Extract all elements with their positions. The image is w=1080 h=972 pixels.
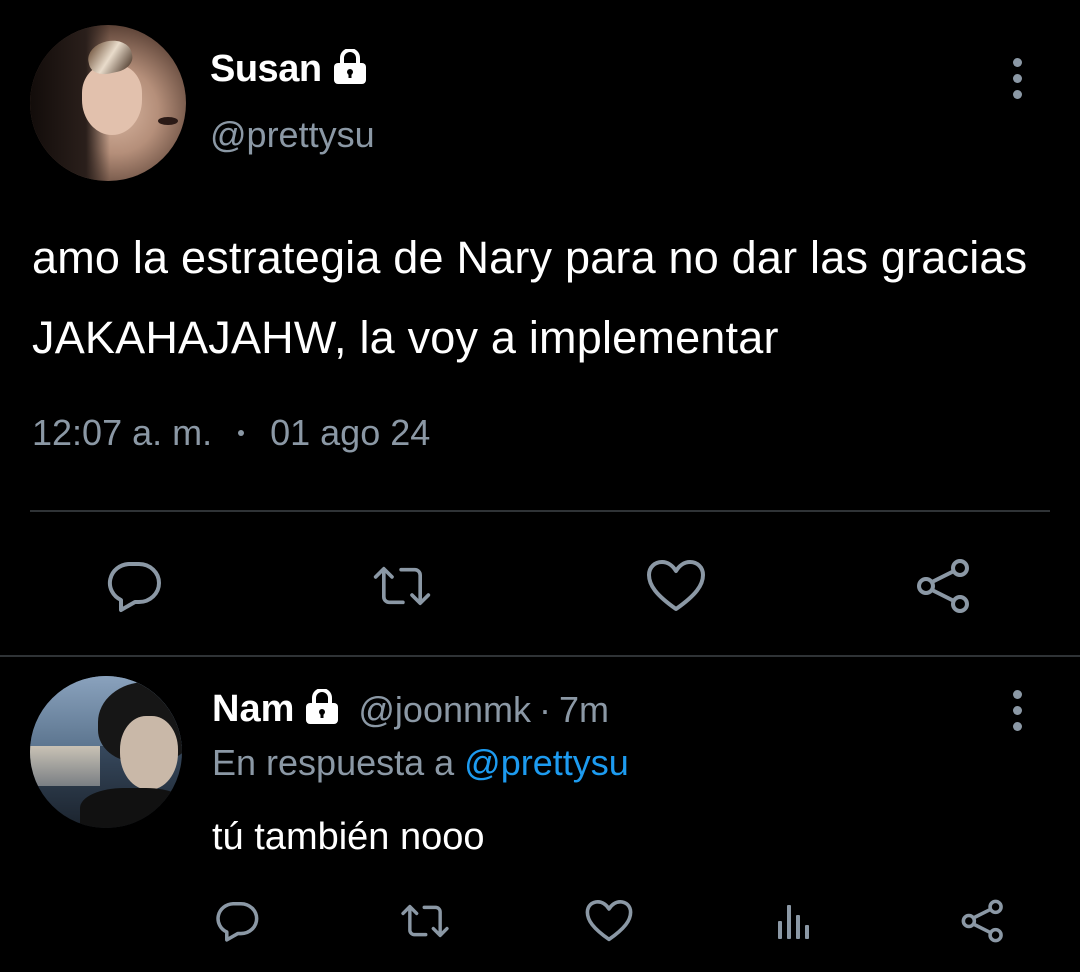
reply-button[interactable] bbox=[104, 556, 164, 616]
like-icon bbox=[585, 900, 633, 942]
divider bbox=[30, 510, 1050, 512]
share-button[interactable] bbox=[958, 896, 1008, 946]
reply-separator: · bbox=[539, 688, 551, 730]
avatar-face bbox=[120, 716, 178, 790]
replying-to-mention[interactable]: @prettysu bbox=[464, 742, 629, 783]
analytics-icon bbox=[778, 905, 809, 939]
reply-button[interactable] bbox=[212, 896, 262, 946]
replying-to-prefix: En respuesta a bbox=[212, 742, 455, 783]
main-tweet: Susan @prettysu amo la estrategia de Nar… bbox=[0, 0, 1080, 656]
reply-icon bbox=[216, 901, 259, 942]
share-icon bbox=[917, 559, 969, 613]
reply-author-name[interactable]: Nam bbox=[212, 688, 294, 731]
more-options-icon[interactable] bbox=[1011, 690, 1023, 731]
retweet-icon bbox=[373, 566, 431, 606]
reply-time[interactable]: 7m bbox=[559, 689, 609, 731]
author-name[interactable]: Susan bbox=[210, 48, 322, 91]
tweet-text: amo la estrategia de Nary para no dar la… bbox=[32, 232, 1028, 363]
lock-icon bbox=[330, 48, 370, 90]
avatar-city bbox=[30, 746, 100, 786]
share-icon bbox=[961, 899, 1003, 943]
like-button[interactable] bbox=[646, 556, 706, 616]
author-name-row: Susan bbox=[210, 48, 370, 91]
avatar-hand bbox=[82, 65, 142, 135]
thread-divider bbox=[0, 655, 1080, 657]
tweet-date[interactable]: 01 ago 24 bbox=[270, 412, 430, 454]
like-icon bbox=[647, 560, 705, 611]
avatar-body bbox=[80, 788, 182, 828]
tweet-time[interactable]: 12:07 a. m. bbox=[32, 412, 212, 454]
share-button[interactable] bbox=[914, 556, 974, 616]
avatar-eye bbox=[158, 117, 178, 125]
retweet-button[interactable] bbox=[372, 556, 432, 616]
analytics-button[interactable] bbox=[770, 896, 820, 946]
reply-avatar[interactable] bbox=[30, 676, 182, 828]
avatar[interactable] bbox=[30, 25, 186, 181]
replying-to: En respuesta a @prettysu bbox=[212, 742, 629, 784]
reply-header: Nam @joonnmk · 7m bbox=[212, 688, 609, 731]
reply-text: tú también nooo bbox=[212, 816, 485, 858]
reply-icon bbox=[107, 562, 161, 612]
tweet-meta: 12:07 a. m. 01 ago 24 bbox=[32, 412, 430, 454]
lock-icon bbox=[302, 688, 342, 730]
like-button[interactable] bbox=[584, 896, 634, 946]
retweet-button[interactable] bbox=[400, 896, 450, 946]
author-handle[interactable]: @prettysu bbox=[210, 114, 375, 156]
meta-separator bbox=[238, 430, 245, 436]
reply-author-handle[interactable]: @joonnmk bbox=[358, 689, 531, 731]
retweet-icon bbox=[401, 904, 449, 938]
more-options-icon[interactable] bbox=[1011, 58, 1023, 99]
